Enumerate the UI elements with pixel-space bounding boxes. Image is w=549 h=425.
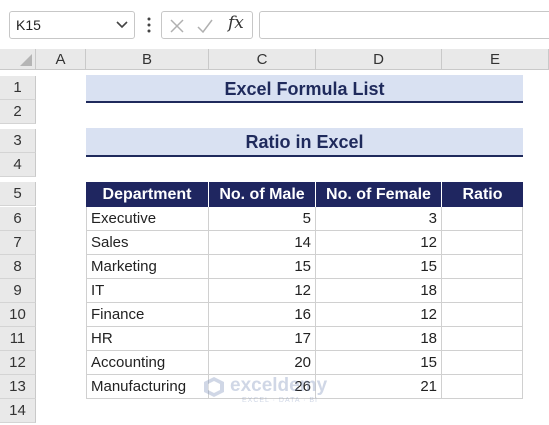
sheet-title: Excel Formula List xyxy=(86,75,523,103)
row-header-4[interactable]: 4 xyxy=(0,153,36,177)
spreadsheet-grid: A B C D E 1 2 3 4 5 6 7 8 9 10 11 12 13 … xyxy=(0,49,549,425)
row-header-11[interactable]: 11 xyxy=(0,327,36,351)
header-female[interactable]: No. of Female xyxy=(316,182,442,207)
row-header-9[interactable]: 9 xyxy=(0,279,36,303)
cell-female[interactable]: 15 xyxy=(316,255,442,279)
cell-department[interactable]: HR xyxy=(86,327,209,351)
cell-male[interactable]: 5 xyxy=(209,207,316,231)
more-options-icon[interactable] xyxy=(146,16,152,34)
enter-check-icon[interactable] xyxy=(196,18,214,34)
header-department[interactable]: Department xyxy=(86,182,209,207)
column-header-e[interactable]: E xyxy=(442,49,549,70)
cell-female[interactable]: 18 xyxy=(316,327,442,351)
row-header-2[interactable]: 2 xyxy=(0,100,36,124)
row-header-10[interactable]: 10 xyxy=(0,303,36,327)
header-male[interactable]: No. of Male xyxy=(209,182,316,207)
cell-male[interactable]: 20 xyxy=(209,351,316,375)
cell-male[interactable]: 17 xyxy=(209,327,316,351)
cell-ratio[interactable] xyxy=(442,351,523,375)
header-ratio[interactable]: Ratio xyxy=(442,182,523,207)
row-header-14[interactable]: 14 xyxy=(0,399,36,423)
cell-department[interactable]: Marketing xyxy=(86,255,209,279)
cell-department[interactable]: IT xyxy=(86,279,209,303)
exceldemy-logo-icon xyxy=(204,377,224,397)
cell-department[interactable]: Sales xyxy=(86,231,209,255)
column-header-c[interactable]: C xyxy=(209,49,316,70)
cell-male[interactable]: 14 xyxy=(209,231,316,255)
column-header-d[interactable]: D xyxy=(316,49,442,70)
cell-ratio[interactable] xyxy=(442,327,523,351)
chevron-down-icon[interactable] xyxy=(115,17,129,33)
name-box[interactable]: K15 xyxy=(9,11,135,39)
cell-ratio[interactable] xyxy=(442,231,523,255)
cell-female[interactable]: 12 xyxy=(316,303,442,327)
row-header-13[interactable]: 13 xyxy=(0,375,36,399)
cell-department[interactable]: Finance xyxy=(86,303,209,327)
row-header-7[interactable]: 7 xyxy=(0,231,36,255)
cell-female[interactable]: 3 xyxy=(316,207,442,231)
cell-female[interactable]: 12 xyxy=(316,231,442,255)
row-header-1[interactable]: 1 xyxy=(0,76,36,100)
cell-male[interactable]: 12 xyxy=(209,279,316,303)
row-header-12[interactable]: 12 xyxy=(0,351,36,375)
exceldemy-watermark: exceldemy EXCEL · DATA · BI xyxy=(202,375,352,411)
cell-department[interactable]: Accounting xyxy=(86,351,209,375)
cell-ratio[interactable] xyxy=(442,375,523,399)
formula-bar: K15 fx xyxy=(0,0,549,50)
cell-male[interactable]: 16 xyxy=(209,303,316,327)
cell-male[interactable]: 15 xyxy=(209,255,316,279)
watermark-name: exceldemy xyxy=(230,375,328,396)
row-header-5[interactable]: 5 xyxy=(0,182,36,206)
select-all-corner[interactable] xyxy=(0,49,36,70)
column-header-a[interactable]: A xyxy=(36,49,86,70)
formula-input[interactable] xyxy=(259,11,549,39)
corner-triangle-icon xyxy=(20,54,32,66)
watermark-tagline: EXCEL · DATA · BI xyxy=(242,397,318,404)
cell-female[interactable]: 18 xyxy=(316,279,442,303)
cell-ratio[interactable] xyxy=(442,255,523,279)
cancel-icon[interactable] xyxy=(169,18,185,34)
cell-female[interactable]: 15 xyxy=(316,351,442,375)
insert-function-button[interactable]: fx xyxy=(228,13,244,33)
formula-controls: fx xyxy=(161,11,253,39)
row-header-8[interactable]: 8 xyxy=(0,255,36,279)
row-header-6[interactable]: 6 xyxy=(0,207,36,231)
sheet-subtitle: Ratio in Excel xyxy=(86,128,523,157)
cell-ratio[interactable] xyxy=(442,303,523,327)
row-header-3[interactable]: 3 xyxy=(0,129,36,153)
name-box-value: K15 xyxy=(16,17,41,33)
cell-ratio[interactable] xyxy=(442,207,523,231)
cell-department[interactable]: Executive xyxy=(86,207,209,231)
cell-ratio[interactable] xyxy=(442,279,523,303)
cell-department[interactable]: Manufacturing xyxy=(86,375,209,399)
column-header-b[interactable]: B xyxy=(86,49,209,70)
